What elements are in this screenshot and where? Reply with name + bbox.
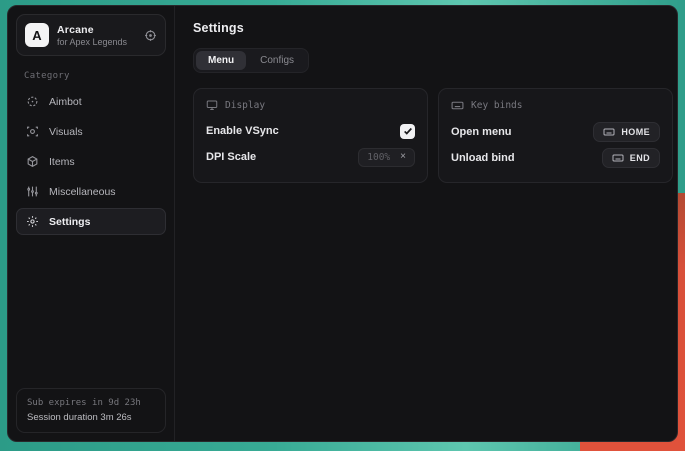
main-panel: Settings Menu Configs Display — [175, 6, 678, 441]
keybinds-card-title: Key binds — [471, 100, 522, 111]
tab-configs[interactable]: Configs — [248, 51, 306, 70]
tab-bar: Menu Configs — [193, 48, 309, 73]
unload-bind-label: Unload bind — [451, 152, 515, 164]
tab-menu[interactable]: Menu — [196, 51, 246, 70]
app-name: Arcane — [57, 24, 127, 36]
session-duration-text: Session duration 3m 26s — [27, 412, 155, 423]
cube-icon — [26, 155, 39, 168]
vsync-row: Enable VSync — [206, 119, 415, 143]
gear-icon — [26, 215, 39, 228]
sliders-icon — [26, 185, 39, 198]
sidebar-item-settings[interactable]: Settings — [16, 208, 166, 235]
vsync-checkbox[interactable] — [400, 124, 415, 139]
open-menu-label: Open menu — [451, 126, 512, 138]
open-menu-row: Open menu HOME — [451, 120, 660, 144]
sidebar-item-label: Items — [49, 156, 75, 168]
keybind-value: END — [630, 153, 650, 163]
sidebar-item-aimbot[interactable]: Aimbot — [16, 88, 166, 115]
sidebar-item-visuals[interactable]: Visuals — [16, 118, 166, 145]
settings-cards: Display Enable VSync DPI Scale — [193, 88, 673, 183]
eye-icon — [26, 125, 39, 138]
dpi-label: DPI Scale — [206, 151, 256, 163]
dpi-scale-input[interactable]: 100% × — [358, 148, 415, 167]
unload-bind-row: Unload bind END — [451, 146, 660, 170]
sidebar-item-label: Aimbot — [49, 96, 82, 108]
target-icon[interactable] — [144, 29, 157, 42]
open-menu-keybind-button[interactable]: HOME — [593, 122, 660, 142]
clear-icon[interactable]: × — [400, 152, 406, 162]
sidebar-item-label: Visuals — [49, 126, 83, 138]
vsync-label: Enable VSync — [206, 125, 279, 137]
sidebar-item-label: Miscellaneous — [49, 186, 116, 198]
keybinds-card: Key binds Open menu HOME — [438, 88, 673, 183]
page-title: Settings — [193, 21, 673, 35]
crosshair-icon — [26, 95, 39, 108]
keyboard-icon — [612, 152, 624, 164]
category-label: Category — [24, 71, 158, 81]
sidebar-item-miscellaneous[interactable]: Miscellaneous — [16, 178, 166, 205]
sidebar-item-items[interactable]: Items — [16, 148, 166, 175]
arcane-window: A Arcane for Apex Legends Category — [7, 5, 678, 442]
category-nav: Aimbot Visuals I — [16, 88, 166, 235]
display-card-header: Display — [206, 99, 415, 111]
monitor-icon — [206, 99, 218, 111]
display-card-title: Display — [225, 100, 265, 111]
app-subtitle: for Apex Legends — [57, 37, 127, 47]
keybind-value: HOME — [621, 127, 650, 137]
keybinds-card-header: Key binds — [451, 99, 660, 112]
display-card: Display Enable VSync DPI Scale — [193, 88, 428, 183]
sub-expiry-text: Sub expires in 9d 23h — [27, 398, 155, 408]
keyboard-icon — [603, 126, 615, 138]
subscription-info-card: Sub expires in 9d 23h Session duration 3… — [16, 388, 166, 433]
game-backdrop: A Arcane for Apex Legends Category — [0, 0, 685, 451]
keyboard-icon — [451, 99, 464, 112]
app-logo: A — [25, 23, 49, 47]
app-header-card: A Arcane for Apex Legends — [16, 14, 166, 56]
unload-keybind-button[interactable]: END — [602, 148, 660, 168]
dpi-value: 100% — [367, 152, 390, 163]
dpi-row: DPI Scale 100% × — [206, 145, 415, 169]
sidebar: A Arcane for Apex Legends Category — [8, 6, 175, 441]
app-meta: Arcane for Apex Legends — [57, 24, 127, 47]
sidebar-item-label: Settings — [49, 216, 90, 228]
